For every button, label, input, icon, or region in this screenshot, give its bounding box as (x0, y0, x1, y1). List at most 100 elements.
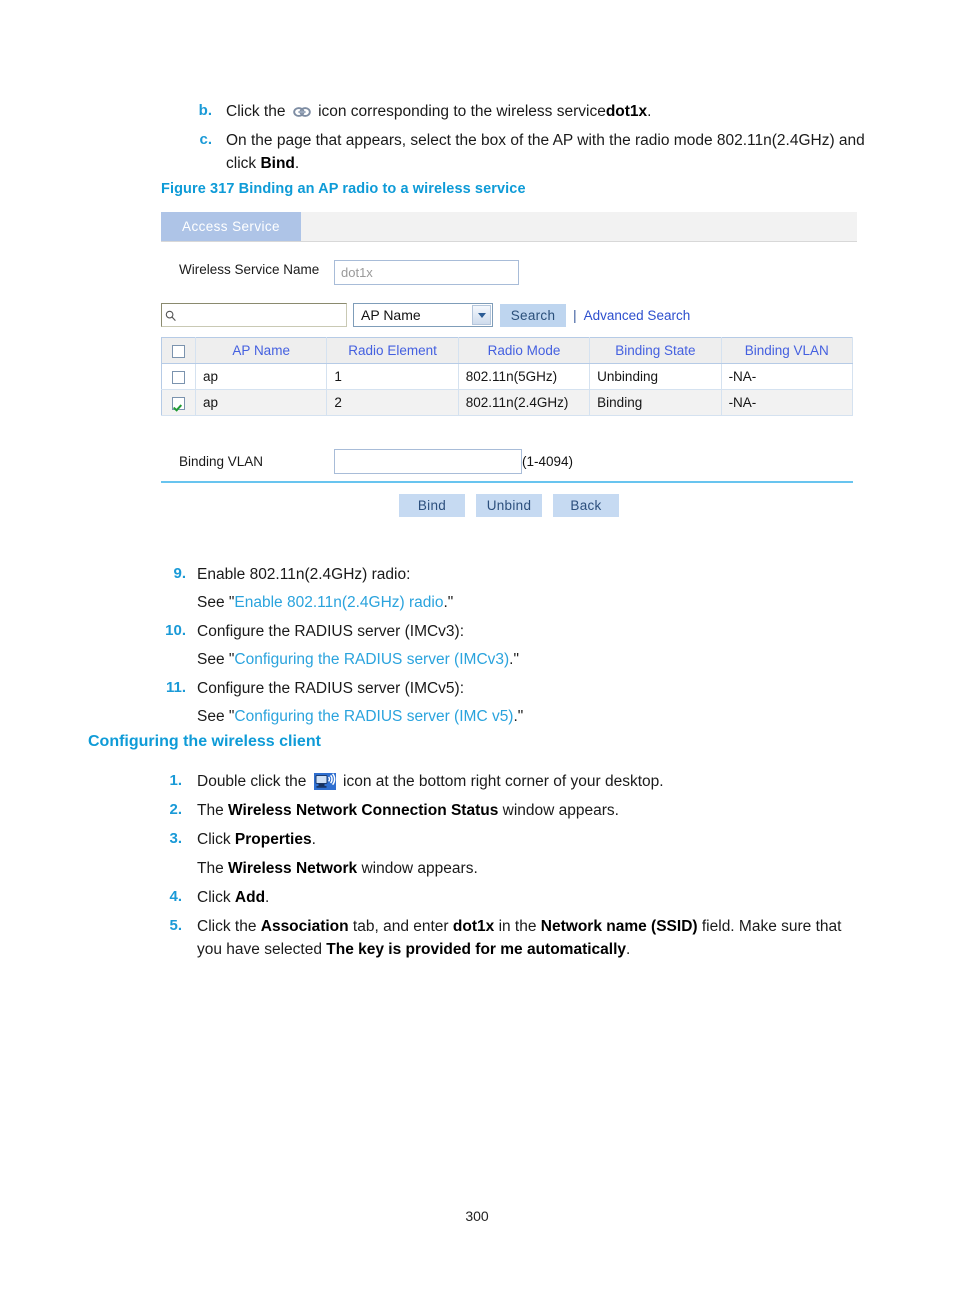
cell-binding-state: Unbinding (589, 363, 722, 390)
step-1-post: icon at the bottom right corner of your … (343, 773, 664, 790)
form-divider (161, 481, 853, 483)
step-11-marker: 11. (165, 679, 186, 696)
step-3-sub-post: window appears. (361, 860, 478, 877)
ap-radio-table: AP Name Radio Element Radio Mode Binding… (161, 337, 854, 416)
step-3-sub-bold: Wireless Network (228, 860, 358, 877)
sub-step-b-post: . (647, 103, 652, 120)
step-11-text: Configure the RADIUS server (IMCv5): (197, 680, 465, 697)
search-field-select[interactable]: AP Name (353, 303, 493, 327)
step-2: 2. The Wireless Network Connection Statu… (160, 799, 870, 822)
sub-step-b-bold: dot1x (605, 103, 648, 120)
step-5-b4: The key is provided for me automatically (326, 941, 627, 958)
step-9-reference: See "Enable 802.11n(2.4GHz) radio." (197, 591, 860, 614)
step-5-p2: tab, and enter (352, 918, 449, 935)
binding-vlan-input[interactable] (334, 449, 522, 474)
step-5-b2: dot1x (452, 918, 495, 935)
page-number: 300 (465, 1208, 489, 1224)
sub-step-c-bold: Bind (260, 155, 295, 172)
back-button[interactable]: Back (553, 494, 619, 517)
sub-step-c-marker: c. (199, 131, 212, 148)
step-5-marker: 5. (169, 917, 182, 934)
step-4-post: . (265, 889, 270, 906)
table-row: ap 2 802.11n(2.4GHz) Binding -NA- (161, 389, 854, 416)
cell-ap-name: ap (195, 389, 328, 416)
sub-step-b-mid: icon corresponding to the wireless servi… (318, 103, 606, 120)
step-3: 3. Click Properties. (160, 828, 870, 851)
table-header-row: AP Name Radio Element Radio Mode Binding… (161, 337, 854, 364)
sub-step-b-text: Click the icon corresponding to the wire… (226, 100, 651, 123)
chevron-down-icon[interactable] (472, 305, 491, 325)
header-binding-vlan[interactable]: Binding VLAN (721, 337, 854, 364)
search-button[interactable]: Search (500, 303, 566, 327)
figure-screenshot: Access Service Wireless Service Name AP … (161, 212, 857, 517)
sub-step-c-pre: On the page that appears, select the box… (226, 132, 865, 172)
step-10-text: Configure the RADIUS server (IMCv3): (197, 623, 465, 640)
step-11-ref-link[interactable]: Configuring the RADIUS server (IMC v5) (234, 708, 513, 725)
row-checkbox[interactable] (171, 396, 185, 410)
tab-access-service[interactable]: Access Service (161, 212, 301, 241)
step-10-ref-pre: See " (197, 651, 235, 668)
row-select-cell (161, 389, 196, 416)
binding-vlan-label: Binding VLAN (179, 454, 264, 469)
cell-radio-element: 2 (326, 389, 459, 416)
step-4: 4. Click Add. (160, 886, 870, 909)
sub-step-b: b. Click the icon corresponding to the w… (190, 100, 880, 123)
header-ap-name[interactable]: AP Name (195, 337, 328, 364)
step-1-text: Double click the icon at the bottom righ… (197, 770, 664, 793)
header-radio-mode[interactable]: Radio Mode (458, 337, 591, 364)
step-5-b3: Network name (SSID) (540, 918, 698, 935)
step-2-marker: 2. (169, 801, 182, 818)
cell-radio-element: 1 (326, 363, 459, 390)
cell-radio-mode: 802.11n(2.4GHz) (458, 389, 591, 416)
cell-binding-vlan: -NA- (721, 363, 854, 390)
unbind-button[interactable]: Unbind (476, 494, 542, 517)
step-11-ref-post: ." (513, 708, 524, 725)
search-icon (165, 309, 177, 322)
wireless-service-name-row: Wireless Service Name (161, 260, 857, 285)
step-2-text: The Wireless Network Connection Status w… (197, 799, 619, 822)
step-9-ref-link[interactable]: Enable 802.11n(2.4GHz) radio (234, 594, 443, 611)
cell-binding-vlan: -NA- (721, 389, 854, 416)
document-page: b. Click the icon corresponding to the w… (0, 0, 954, 1296)
search-input-box[interactable] (161, 303, 347, 327)
advanced-search-link[interactable]: Advanced Search (584, 308, 691, 323)
step-3-bold: Properties (234, 831, 312, 848)
step-5-p3: in the (498, 918, 537, 935)
figure-caption: Figure 317 Binding an AP radio to a wire… (161, 181, 526, 197)
row-select-cell (161, 363, 196, 390)
search-input[interactable] (177, 307, 341, 323)
step-4-text: Click Add. (197, 886, 269, 909)
step-5-text: Click the Association tab, and enter dot… (197, 915, 870, 961)
sub-step-c-post: . (294, 155, 300, 172)
select-all-checkbox[interactable] (171, 344, 185, 358)
step-3-followup: The Wireless Network window appears. (197, 857, 870, 880)
chain-link-icon (292, 105, 311, 119)
step-3-marker: 3. (169, 830, 182, 847)
step-1-marker: 1. (169, 772, 182, 789)
step-11-reference: See "Configuring the RADIUS server (IMC … (197, 705, 860, 728)
steps-1-5-list: 1. Double click the icon at the bottom r… (160, 770, 870, 967)
bind-button[interactable]: Bind (399, 494, 465, 517)
step-5-p1: Click the (197, 918, 257, 935)
wireless-service-name-input[interactable] (334, 260, 519, 285)
step-2-bold: Wireless Network Connection Status (228, 802, 499, 819)
form-button-row: Bind Unbind Back (161, 494, 857, 517)
table-row: ap 1 802.11n(5GHz) Unbinding -NA- (161, 363, 854, 390)
step-10-ref-link[interactable]: Configuring the RADIUS server (IMCv3) (234, 651, 509, 668)
step-4-marker: 4. (169, 888, 182, 905)
step-2-pre: The (197, 802, 224, 819)
step-5-b1: Association (260, 918, 349, 935)
sub-step-b-marker: b. (198, 102, 212, 119)
steps-9-11-list: 9. Enable 802.11n(2.4GHz) radio: See "En… (160, 563, 860, 734)
step-9-text: Enable 802.11n(2.4GHz) radio: (197, 566, 411, 583)
row-checkbox[interactable] (171, 370, 185, 384)
step-3-pre: Click (197, 831, 231, 848)
step-10: 10. Configure the RADIUS server (IMCv3): (160, 620, 860, 643)
step-9-ref-pre: See " (197, 594, 235, 611)
header-binding-state[interactable]: Binding State (589, 337, 722, 364)
sub-step-c-text: On the page that appears, select the box… (226, 129, 880, 175)
header-radio-element[interactable]: Radio Element (326, 337, 459, 364)
step-5-p5: . (626, 941, 631, 958)
step-3-post: . (311, 831, 316, 848)
step-4-bold: Add (234, 889, 266, 906)
